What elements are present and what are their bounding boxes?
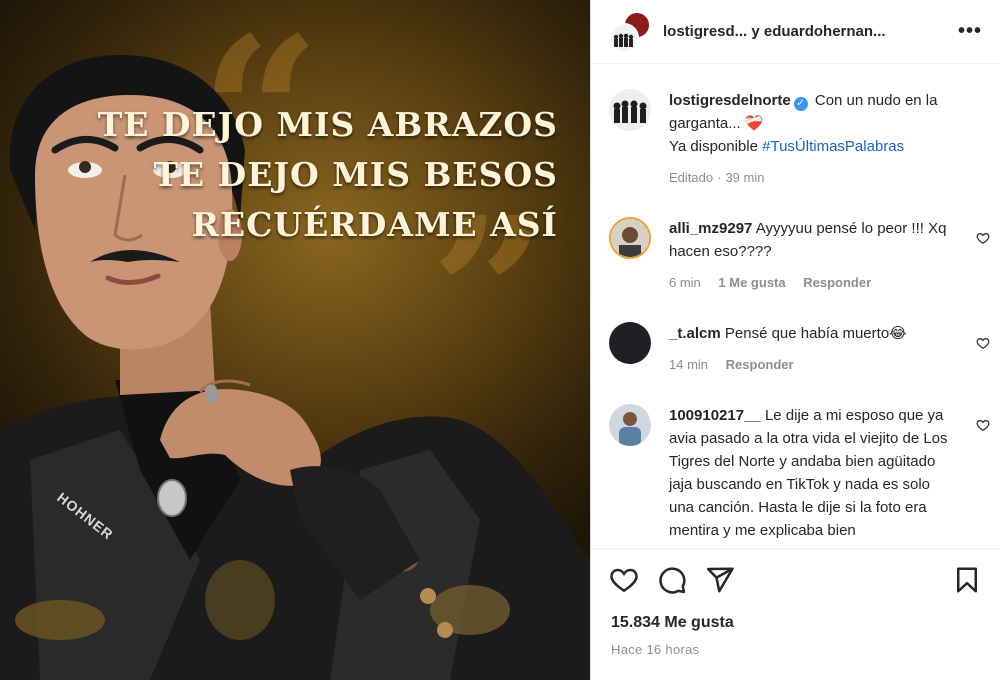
more-options-icon[interactable]: ••• [958,20,982,43]
share-paper-plane-icon[interactable] [705,565,735,595]
caption-hashtag[interactable]: #TusÚltimasPalabras [762,138,904,155]
like-comment-heart-icon[interactable] [976,231,990,245]
reply-button[interactable]: Responder [803,275,871,290]
post-header: lostigresd... y eduardohernan... ••• [591,0,1000,64]
comment-item: alli_mz9297 Ayyyyuu pensé lo peor !!! Xq… [591,217,1000,294]
like-comment-heart-icon[interactable] [976,336,990,350]
post-details-panel: lostigresd... y eduardohernan... ••• los… [590,0,1000,680]
reply-button[interactable]: Responder [726,357,794,372]
post-action-bar [591,548,1000,610]
comment-text: Le dije a mi esposo que ya avia pasado a… [669,407,948,539]
comment-time: 14 min [669,357,709,372]
caption-username[interactable]: lostigresdelnorte [669,92,791,109]
like-heart-icon[interactable] [609,565,639,595]
comment-avatar[interactable] [609,322,651,364]
comment-text: Pensé que había muerto😂 [724,325,907,342]
comment-item: _t.alcm Pensé que había muerto😂 14 min R… [591,322,1000,376]
comment-bubble-icon[interactable] [657,565,687,595]
post-caption: lostigresdelnorte ✓ Con un nudo en la gar… [591,64,1000,189]
post-image[interactable]: “ ” HOHNER TE DEJO MIS ABRAZOS TE DEJO M… [0,0,590,680]
comment-username[interactable]: alli_mz9297 [669,220,752,237]
collab-avatar-front[interactable] [609,22,639,53]
comment-item: 100910217__ Le dije a mi esposo que ya a… [591,404,1000,542]
lyric-line-2: TE DEJO MIS BESOS [153,155,558,194]
caption-available-text: Ya disponible [669,138,758,155]
caption-avatar[interactable] [609,89,651,131]
caption-meta: Editado · 39 min [669,170,765,185]
comment-username[interactable]: _t.alcm [669,325,721,342]
lyrics-overlay: TE DEJO MIS ABRAZOS TE DEJO MIS BESOS RE… [98,100,558,250]
post-time-ago: Hace 16 horas [611,642,700,657]
comment-username[interactable]: 100910217__ [669,407,761,424]
collab-avatars[interactable] [609,10,651,53]
comments-scroll-area[interactable]: lostigresdelnorte ✓ Con un nudo en la gar… [591,64,1000,548]
comment-meta: 6 min 1 Me gusta Responder [669,271,958,294]
like-comment-heart-icon[interactable] [976,418,990,432]
caption-time: 39 min [725,170,765,185]
comment-avatar[interactable] [609,404,651,446]
comment-avatar[interactable] [609,217,651,259]
comment-time: 6 min [669,275,701,290]
likes-count[interactable]: 15.834 Me gusta [611,614,734,632]
comment-likes[interactable]: 1 Me gusta [718,275,785,290]
comment-meta: 14 min Responder [669,353,958,376]
lyric-line-3: RECUÉRDAME ASÍ [191,205,558,244]
save-bookmark-icon[interactable] [952,565,982,595]
caption-edited: Editado [669,170,714,185]
post-header-title[interactable]: lostigresd... y eduardohernan... [663,23,958,40]
verified-badge-icon: ✓ [793,97,808,111]
lyric-line-1: TE DEJO MIS ABRAZOS [97,105,558,144]
